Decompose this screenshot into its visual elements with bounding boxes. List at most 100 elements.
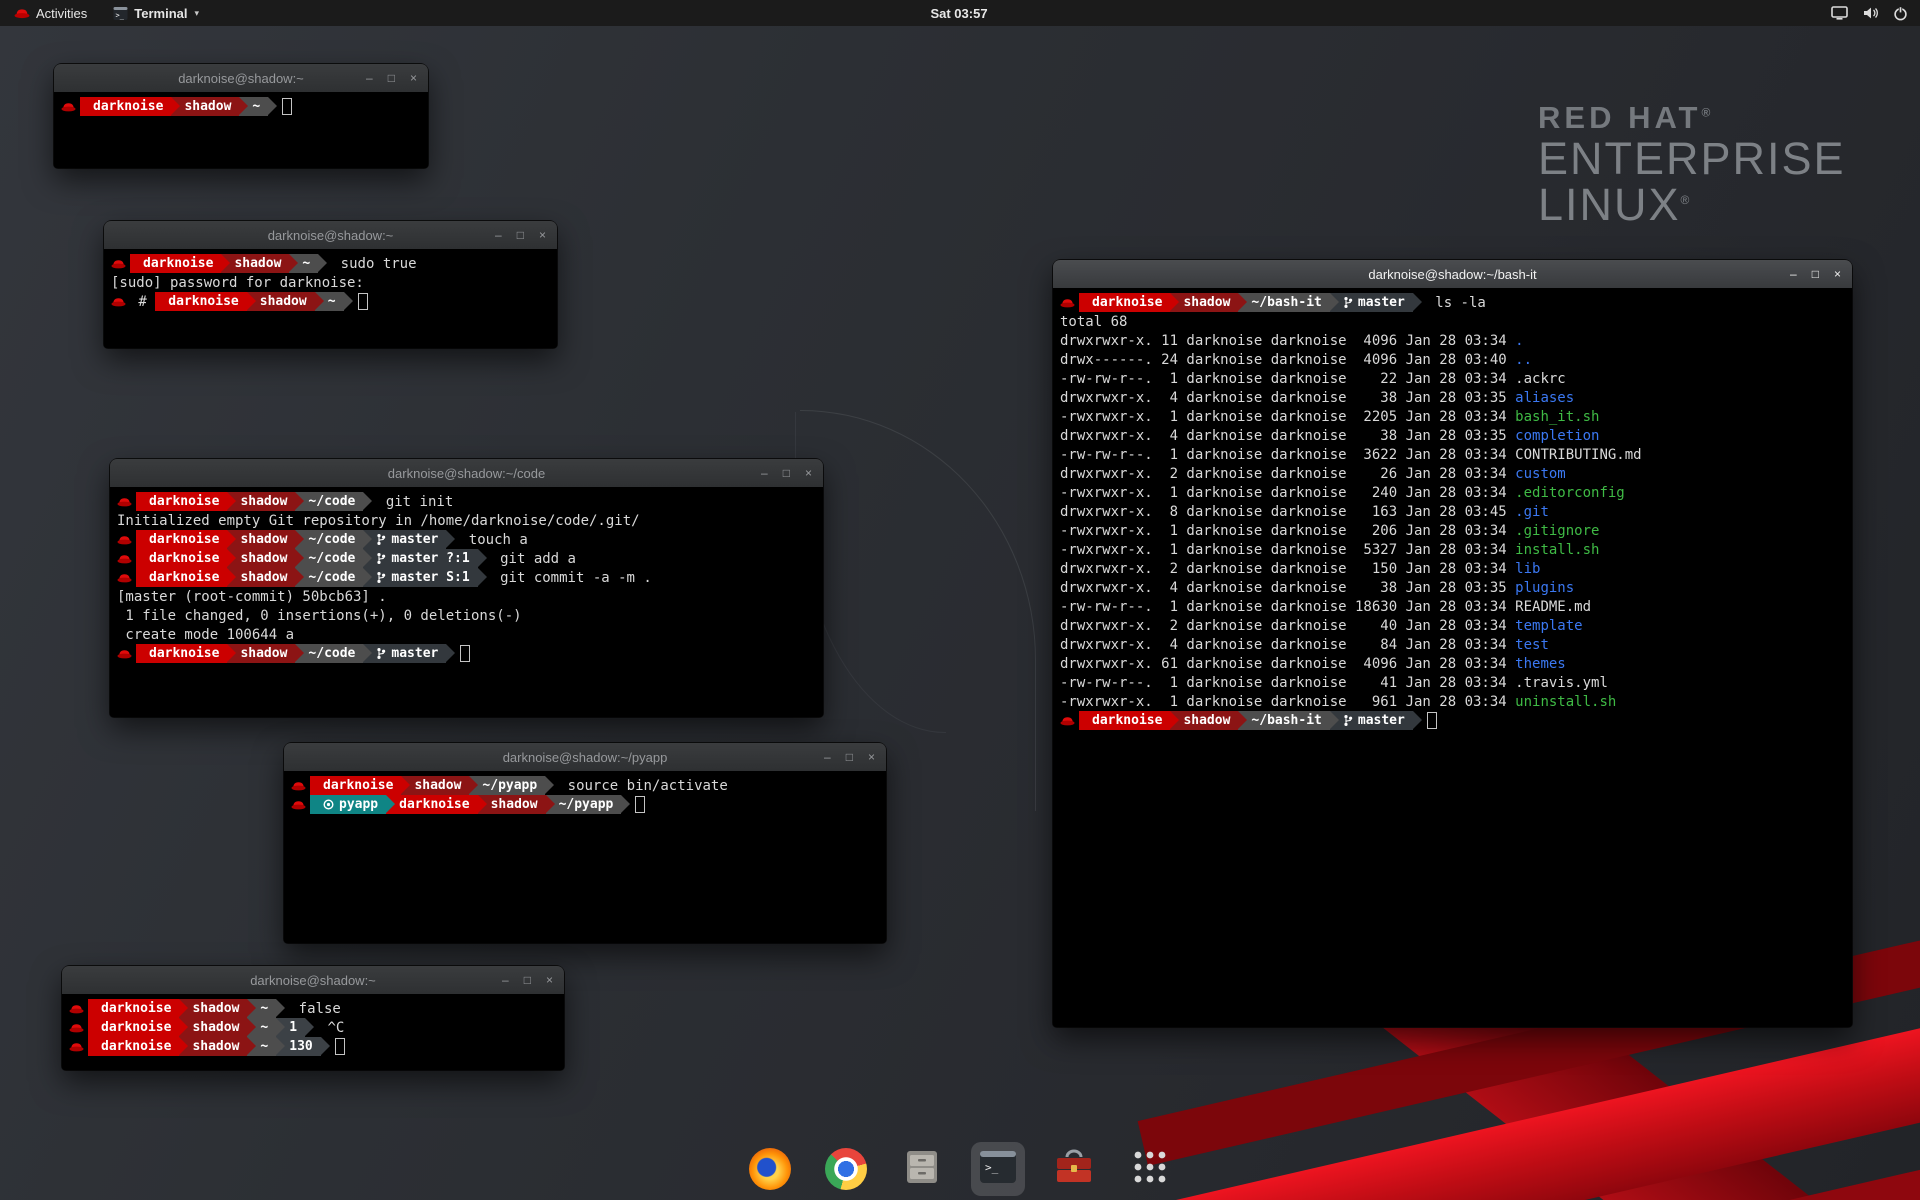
terminal-text: -rwxrwxr-x. 1 darknoise darknoise 2205 J… xyxy=(1060,407,1515,426)
minimize-button[interactable]: – xyxy=(502,974,509,986)
prompt-segment-host: shadow xyxy=(227,492,295,511)
window-titlebar[interactable]: darknoise@shadow:~ – □ × xyxy=(62,966,564,994)
minimize-button[interactable]: – xyxy=(366,72,373,84)
display-status-icon[interactable] xyxy=(1831,6,1848,20)
terminal-line: darknoiseshadow~ false xyxy=(69,999,557,1018)
close-button[interactable]: × xyxy=(546,974,553,986)
dock-files[interactable] xyxy=(895,1142,949,1196)
terminal-text: drwxrwxr-x. 2 darknoise darknoise 40 Jan… xyxy=(1060,616,1515,635)
terminal-content[interactable]: darknoiseshadow~ sudo true[sudo] passwor… xyxy=(104,249,557,348)
terminal-content[interactable]: darknoiseshadow~ falsedarknoiseshadow~1 … xyxy=(62,994,564,1070)
dock-toolbox[interactable] xyxy=(1047,1142,1101,1196)
window-titlebar[interactable]: darknoise@shadow:~/code – □ × xyxy=(110,459,823,487)
terminal-text: create mode 100644 a xyxy=(117,625,294,644)
terminal-text: completion xyxy=(1515,426,1599,445)
terminal-content[interactable]: darknoiseshadow~ xyxy=(54,92,428,168)
maximize-button[interactable]: □ xyxy=(846,751,853,763)
terminal-line: drwxrwxr-x. 4 darknoise darknoise 38 Jan… xyxy=(1060,388,1845,407)
close-button[interactable]: × xyxy=(539,229,546,241)
terminal-text: .travis.yml xyxy=(1515,673,1608,692)
activities-label: Activities xyxy=(36,6,87,21)
prompt-segment-venv: pyapp xyxy=(310,795,386,814)
terminal-line: darknoiseshadow~130 xyxy=(69,1037,557,1056)
terminal-content[interactable]: darknoiseshadow~/bash-itmaster ls -latot… xyxy=(1053,288,1852,1027)
terminal-text: -rw-rw-r--. 1 darknoise darknoise 3622 J… xyxy=(1060,445,1515,464)
terminal-text: drwxrwxr-x. 8 darknoise darknoise 163 Ja… xyxy=(1060,502,1515,521)
terminal-text: .git xyxy=(1515,502,1549,521)
svg-text:>_: >_ xyxy=(985,1161,999,1174)
prompt-segment-path: ~/code xyxy=(295,568,363,587)
terminal-text: -rw-rw-r--. 1 darknoise darknoise 41 Jan… xyxy=(1060,673,1515,692)
dock: >_ xyxy=(743,1142,1177,1196)
window-title: darknoise@shadow:~ xyxy=(250,973,376,988)
terminal-text: drwxrwxr-x. 4 darknoise darknoise 38 Jan… xyxy=(1060,578,1515,597)
terminal-line: darknoiseshadow~/codemaster xyxy=(117,644,816,663)
terminal-text: . xyxy=(1515,331,1523,350)
close-button[interactable]: × xyxy=(868,751,875,763)
terminal-text: drwxrwxr-x. 4 darknoise darknoise 38 Jan… xyxy=(1060,426,1515,445)
terminal-content[interactable]: darknoiseshadow~/code git initInitialize… xyxy=(110,487,823,717)
app-menu-terminal[interactable]: >_ Terminal ▾ xyxy=(109,0,203,26)
minimize-button[interactable]: – xyxy=(495,229,502,241)
terminal-text: .gitignore xyxy=(1515,521,1599,540)
terminal-cursor xyxy=(282,98,292,115)
terminal-text: git commit -a -m . xyxy=(478,568,652,587)
prompt-segment-path: ~/pyapp xyxy=(469,776,545,795)
activities-button[interactable]: Activities xyxy=(10,0,91,26)
maximize-button[interactable]: □ xyxy=(1812,268,1819,280)
terminal-line: -rwxrwxr-x. 1 darknoise darknoise 206 Ja… xyxy=(1060,521,1845,540)
maximize-button[interactable]: □ xyxy=(388,72,395,84)
redhat-prompt-icon xyxy=(69,999,88,1018)
prompt-segment-user: darknoise xyxy=(88,999,179,1018)
terminal-line: -rwxrwxr-x. 1 darknoise darknoise 240 Ja… xyxy=(1060,483,1845,502)
clock[interactable]: Sat 03:57 xyxy=(930,6,987,21)
dock-firefox[interactable] xyxy=(743,1142,797,1196)
window-controls: – □ × xyxy=(761,459,812,487)
terminal-text: -rw-rw-r--. 1 darknoise darknoise 22 Jan… xyxy=(1060,369,1515,388)
dock-show-apps[interactable] xyxy=(1123,1142,1177,1196)
terminal-content[interactable]: darknoiseshadow~/pyapp source bin/activa… xyxy=(284,771,886,943)
terminal-line: # darknoiseshadow~ xyxy=(111,292,550,311)
volume-icon[interactable] xyxy=(1862,6,1879,20)
prompt-segment-user: darknoise xyxy=(155,292,246,311)
minimize-button[interactable]: – xyxy=(1790,268,1797,280)
maximize-button[interactable]: □ xyxy=(517,229,524,241)
terminal-line: darknoiseshadow~/bash-itmaster ls -la xyxy=(1060,293,1845,312)
terminal-text: drwxrwxr-x. 4 darknoise darknoise 84 Jan… xyxy=(1060,635,1515,654)
dock-chrome[interactable] xyxy=(819,1142,873,1196)
terminal-line: darknoiseshadow~ sudo true xyxy=(111,254,550,273)
terminal-text: drwxrwxr-x. 2 darknoise darknoise 150 Ja… xyxy=(1060,559,1515,578)
window-titlebar[interactable]: darknoise@shadow:~/pyapp – □ × xyxy=(284,743,886,771)
redhat-prompt-icon xyxy=(291,776,310,795)
terminal-cursor xyxy=(358,293,368,310)
terminal-line: drwxrwxr-x. 4 darknoise darknoise 38 Jan… xyxy=(1060,578,1845,597)
prompt-segment-user: darknoise xyxy=(88,1037,179,1056)
terminal-line: -rw-rw-r--. 1 darknoise darknoise 22 Jan… xyxy=(1060,369,1845,388)
terminal-text: drwxrwxr-x. 11 darknoise darknoise 4096 … xyxy=(1060,331,1515,350)
prompt-segment-host: shadow xyxy=(227,530,295,549)
prompt-segment-git: master xyxy=(1330,711,1413,730)
minimize-button[interactable]: – xyxy=(824,751,831,763)
maximize-button[interactable]: □ xyxy=(783,467,790,479)
maximize-button[interactable]: □ xyxy=(524,974,531,986)
redhat-prompt-icon xyxy=(117,549,136,568)
close-button[interactable]: × xyxy=(805,467,812,479)
terminal-text: false xyxy=(276,999,341,1018)
terminal-line: darknoiseshadow~/bash-itmaster xyxy=(1060,711,1845,730)
close-button[interactable]: × xyxy=(1834,268,1841,280)
prompt-segment-user: darknoise xyxy=(80,97,171,116)
prompt-segment-user: darknoise xyxy=(386,795,477,814)
window-titlebar[interactable]: darknoise@shadow:~ – □ × xyxy=(104,221,557,249)
terminal-text: .. xyxy=(1515,350,1532,369)
redhat-prompt-icon xyxy=(117,530,136,549)
power-icon[interactable] xyxy=(1893,6,1908,21)
window-titlebar[interactable]: darknoise@shadow:~ – □ × xyxy=(54,64,428,92)
window-titlebar[interactable]: darknoise@shadow:~/bash-it – □ × xyxy=(1053,260,1852,288)
terminal-line: darknoiseshadow~/codemaster S:1 git comm… xyxy=(117,568,816,587)
minimize-button[interactable]: – xyxy=(761,467,768,479)
terminal-line: drwxrwxr-x. 2 darknoise darknoise 150 Ja… xyxy=(1060,559,1845,578)
redhat-prompt-icon xyxy=(117,492,136,511)
terminal-line: -rwxrwxr-x. 1 darknoise darknoise 961 Ja… xyxy=(1060,692,1845,711)
dock-terminal-active[interactable]: >_ xyxy=(971,1142,1025,1196)
close-button[interactable]: × xyxy=(410,72,417,84)
